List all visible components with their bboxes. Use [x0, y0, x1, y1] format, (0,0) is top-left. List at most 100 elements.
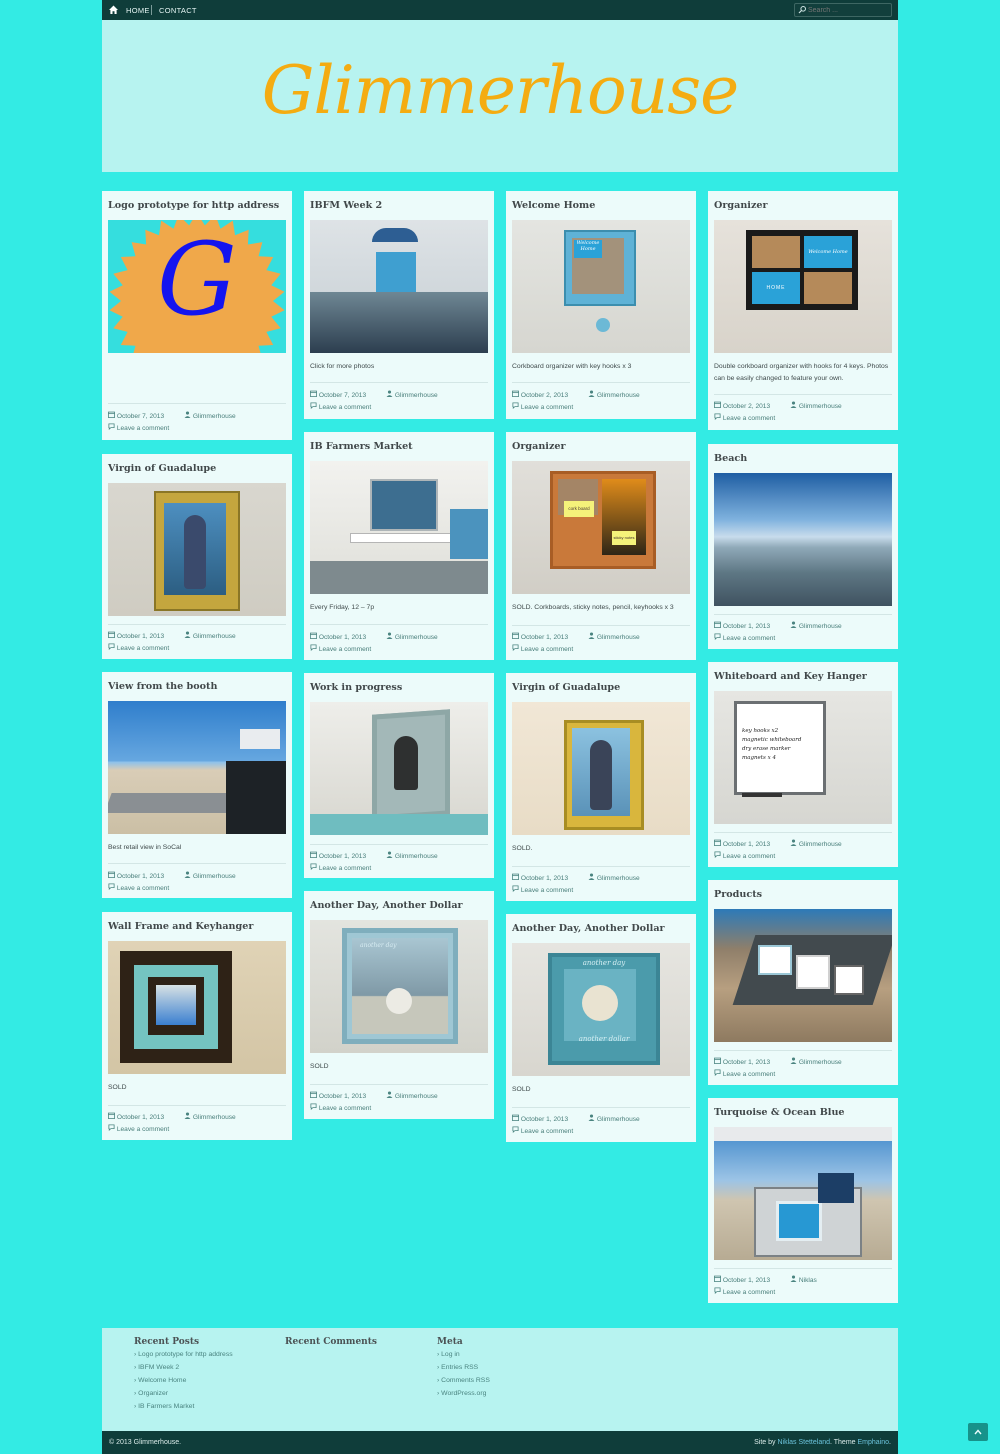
search-box[interactable]: [794, 3, 892, 17]
post-author[interactable]: Glimmerhouse: [395, 392, 438, 399]
post-author[interactable]: Glimmerhouse: [799, 841, 842, 848]
meta-link[interactable]: › WordPress.org: [437, 1390, 486, 1397]
post-date[interactable]: October 7, 2013: [319, 392, 366, 399]
theme-link[interactable]: Emphaino: [858, 1439, 890, 1446]
leave-comment-link[interactable]: Leave a comment: [319, 1105, 371, 1112]
recent-post-link[interactable]: › IBFM Week 2: [134, 1364, 179, 1371]
recent-post-link[interactable]: › IB Farmers Market: [134, 1403, 194, 1410]
post-title[interactable]: Turquoise & Ocean Blue: [714, 1107, 845, 1118]
post-thumbnail[interactable]: key hooks x2 magnetic whiteboard dry era…: [714, 691, 892, 824]
author-credit-link[interactable]: Niklas Stetteland: [777, 1439, 830, 1446]
post-date[interactable]: October 1, 2013: [319, 853, 366, 860]
leave-comment-link[interactable]: Leave a comment: [723, 1289, 775, 1296]
post-author[interactable]: Glimmerhouse: [597, 634, 640, 641]
post-thumbnail[interactable]: [108, 483, 286, 616]
search-input[interactable]: [808, 4, 888, 16]
meta-link[interactable]: › Comments RSS: [437, 1377, 490, 1384]
post-title[interactable]: Products: [714, 889, 762, 900]
meta-link-label[interactable]: WordPress.org: [441, 1390, 486, 1397]
post-thumbnail[interactable]: cork board sticky notes: [512, 461, 690, 594]
post-date[interactable]: October 1, 2013: [117, 633, 164, 640]
post-author[interactable]: Glimmerhouse: [193, 413, 236, 420]
post-author[interactable]: Glimmerhouse: [193, 633, 236, 640]
post-thumbnail[interactable]: [108, 701, 286, 834]
leave-comment-link[interactable]: Leave a comment: [521, 404, 573, 411]
recent-post-label[interactable]: IBFM Week 2: [138, 1364, 179, 1371]
post-author[interactable]: Glimmerhouse: [193, 873, 236, 880]
post-thumbnail[interactable]: Welcome Home: [512, 220, 690, 353]
leave-comment-link[interactable]: Leave a comment: [319, 865, 371, 872]
leave-comment-link[interactable]: Leave a comment: [521, 887, 573, 894]
post-thumbnail[interactable]: [714, 909, 892, 1042]
post-thumbnail[interactable]: [714, 473, 892, 606]
post-title[interactable]: Virgin of Guadalupe: [512, 682, 620, 693]
post-thumbnail[interactable]: [512, 702, 690, 835]
post-title[interactable]: IB Farmers Market: [310, 441, 413, 452]
post-thumbnail[interactable]: Welcome Home HOME: [714, 220, 892, 353]
meta-link-label[interactable]: Log in: [441, 1351, 460, 1358]
post-author[interactable]: Glimmerhouse: [193, 1114, 236, 1121]
post-date[interactable]: October 1, 2013: [117, 873, 164, 880]
post-thumbnail[interactable]: [714, 1127, 892, 1260]
post-title[interactable]: Whiteboard and Key Hanger: [714, 671, 867, 682]
leave-comment-link[interactable]: Leave a comment: [723, 635, 775, 642]
meta-link[interactable]: › Log in: [437, 1351, 460, 1358]
leave-comment-link[interactable]: Leave a comment: [723, 415, 775, 422]
post-date[interactable]: October 1, 2013: [521, 875, 568, 882]
nav-contact-link[interactable]: CONTACT: [159, 0, 197, 20]
post-thumbnail[interactable]: G: [108, 220, 286, 353]
post-title[interactable]: IBFM Week 2: [310, 200, 382, 211]
post-date[interactable]: October 7, 2013: [117, 413, 164, 420]
leave-comment-link[interactable]: Leave a comment: [117, 885, 169, 892]
meta-link-label[interactable]: Entries RSS: [441, 1364, 478, 1371]
leave-comment-link[interactable]: Leave a comment: [117, 645, 169, 652]
post-title[interactable]: View from the booth: [108, 681, 217, 692]
post-thumbnail[interactable]: [310, 702, 488, 835]
post-date[interactable]: October 1, 2013: [117, 1114, 164, 1121]
post-date[interactable]: October 1, 2013: [319, 634, 366, 641]
post-title[interactable]: Beach: [714, 453, 747, 464]
leave-comment-link[interactable]: Leave a comment: [521, 646, 573, 653]
recent-post-label[interactable]: IB Farmers Market: [138, 1403, 194, 1410]
post-date[interactable]: October 1, 2013: [723, 1277, 770, 1284]
post-title[interactable]: Another Day, Another Dollar: [512, 923, 665, 934]
post-date[interactable]: October 1, 2013: [723, 841, 770, 848]
post-thumbnail[interactable]: another day: [310, 920, 488, 1053]
recent-post-link[interactable]: › Organizer: [134, 1390, 168, 1397]
post-thumbnail[interactable]: [108, 941, 286, 1074]
post-author[interactable]: Glimmerhouse: [395, 1093, 438, 1100]
post-date[interactable]: October 2, 2013: [723, 403, 770, 410]
post-title[interactable]: Organizer: [714, 200, 768, 211]
recent-post-link[interactable]: › Logo prototype for http address: [134, 1351, 233, 1358]
leave-comment-link[interactable]: Leave a comment: [723, 853, 775, 860]
post-title[interactable]: Virgin of Guadalupe: [108, 463, 216, 474]
post-thumbnail[interactable]: [310, 461, 488, 594]
recent-post-link[interactable]: › Welcome Home: [134, 1377, 186, 1384]
post-author[interactable]: Glimmerhouse: [395, 853, 438, 860]
post-title[interactable]: Organizer: [512, 441, 566, 452]
leave-comment-link[interactable]: Leave a comment: [319, 646, 371, 653]
post-title[interactable]: Welcome Home: [512, 200, 595, 211]
post-date[interactable]: October 1, 2013: [723, 623, 770, 630]
home-icon[interactable]: [108, 4, 119, 15]
leave-comment-link[interactable]: Leave a comment: [117, 425, 169, 432]
post-title[interactable]: Logo prototype for http address: [108, 200, 279, 211]
post-date[interactable]: October 2, 2013: [521, 392, 568, 399]
post-author[interactable]: Glimmerhouse: [597, 1116, 640, 1123]
post-thumbnail[interactable]: another day another dollar: [512, 943, 690, 1076]
post-date[interactable]: October 1, 2013: [521, 634, 568, 641]
post-title[interactable]: Another Day, Another Dollar: [310, 900, 463, 911]
post-author[interactable]: Glimmerhouse: [799, 403, 842, 410]
post-title[interactable]: Work in progress: [310, 682, 402, 693]
meta-link[interactable]: › Entries RSS: [437, 1364, 478, 1371]
leave-comment-link[interactable]: Leave a comment: [521, 1128, 573, 1135]
post-date[interactable]: October 1, 2013: [521, 1116, 568, 1123]
post-author[interactable]: Glimmerhouse: [799, 623, 842, 630]
recent-post-label[interactable]: Organizer: [138, 1390, 168, 1397]
post-author[interactable]: Glimmerhouse: [597, 875, 640, 882]
post-author[interactable]: Glimmerhouse: [597, 392, 640, 399]
leave-comment-link[interactable]: Leave a comment: [117, 1126, 169, 1133]
leave-comment-link[interactable]: Leave a comment: [723, 1071, 775, 1078]
post-author[interactable]: Glimmerhouse: [799, 1059, 842, 1066]
recent-post-label[interactable]: Welcome Home: [138, 1377, 186, 1384]
